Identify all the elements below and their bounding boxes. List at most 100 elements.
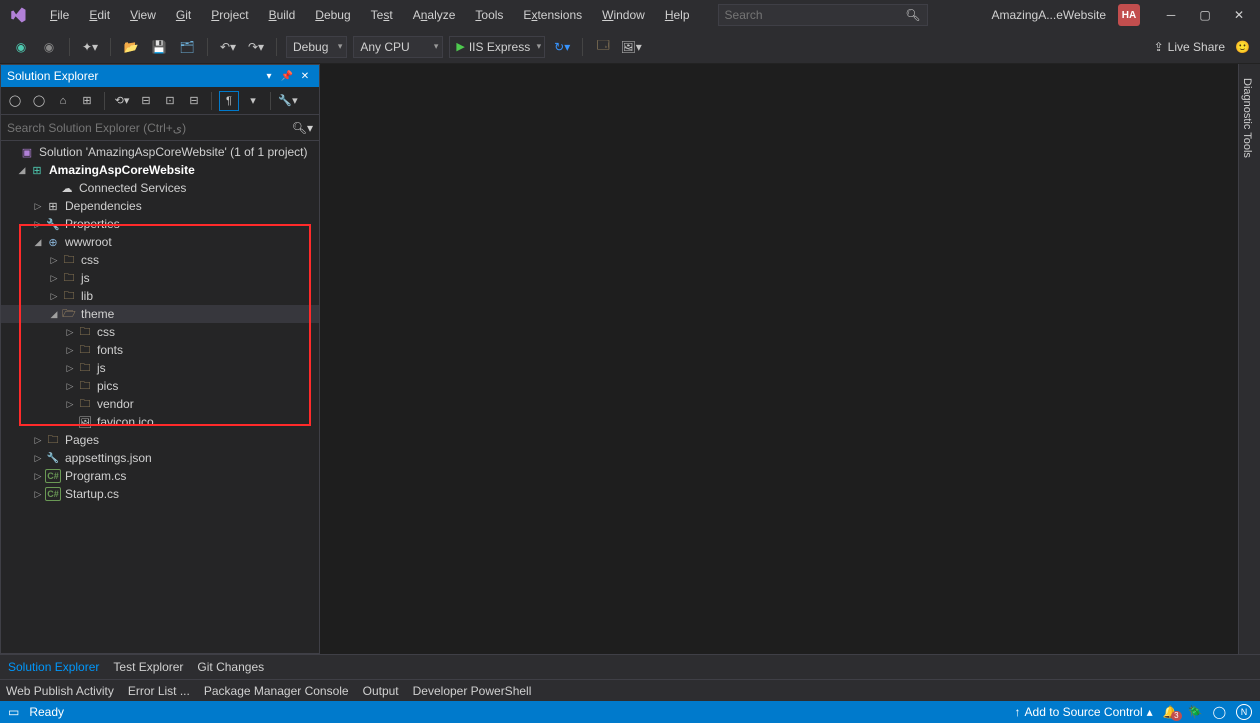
css-folder-node[interactable]: ▷🗀css	[1, 251, 319, 269]
filter1-icon[interactable]: ⊟	[136, 91, 156, 111]
editor-area	[320, 64, 1238, 654]
minimize-button[interactable]: ─	[1154, 1, 1188, 29]
project-node[interactable]: ◢⊞AmazingAspCoreWebsite	[1, 161, 319, 179]
sync-icon[interactable]: ⟲▾	[112, 91, 132, 111]
home-icon[interactable]: ⌂	[53, 91, 73, 111]
js-folder-node[interactable]: ▷🗀js	[1, 269, 319, 287]
maximize-button[interactable]: ▢	[1188, 1, 1222, 29]
panel-pin-icon[interactable]: 📌	[279, 68, 295, 84]
panel-close-icon[interactable]: ✕	[297, 68, 313, 84]
theme-css-node[interactable]: ▷🗀css	[1, 323, 319, 341]
window-icon: ▭	[8, 705, 19, 719]
cloud-icon: ☁	[59, 181, 75, 195]
menu-tools[interactable]: Tools	[467, 4, 511, 26]
pages-folder-node[interactable]: ▷🗀Pages	[1, 431, 319, 449]
tab-error-list[interactable]: Error List ...	[128, 684, 190, 698]
source-control-button[interactable]: ↑ Add to Source Control ▴	[1015, 705, 1153, 719]
tab-solution-explorer[interactable]: Solution Explorer	[8, 657, 99, 677]
refresh-icon[interactable]: ↻▾	[551, 36, 573, 58]
menu-analyze[interactable]: Analyze	[405, 4, 464, 26]
task-icon[interactable]: ◯	[1213, 705, 1226, 719]
screenshot-icon[interactable]: 🖼▾	[620, 36, 642, 58]
open-icon[interactable]: 📂	[120, 36, 142, 58]
menu-file[interactable]: File	[42, 4, 77, 26]
wrench-icon[interactable]: 🔧▾	[278, 91, 298, 111]
run-button[interactable]: ▶IIS Express	[449, 36, 545, 58]
filter2-icon[interactable]: ⊡	[160, 91, 180, 111]
solution-icon: ▣	[19, 145, 35, 159]
profile-icon[interactable]: N	[1236, 704, 1252, 720]
dependencies-node[interactable]: ▷⊞Dependencies	[1, 197, 319, 215]
tab-web-publish[interactable]: Web Publish Activity	[6, 684, 114, 698]
new-item-icon[interactable]: ✦▾	[79, 36, 101, 58]
show-all-icon[interactable]: ¶	[219, 91, 239, 111]
panel-titlebar: Solution Explorer ▾ 📌 ✕	[1, 65, 319, 87]
panel-search-input[interactable]	[7, 121, 292, 135]
save-icon[interactable]: 💾	[148, 36, 170, 58]
menu-view[interactable]: View	[122, 4, 164, 26]
folder-icon: 🗀	[61, 289, 77, 303]
theme-fonts-node[interactable]: ▷🗀fonts	[1, 341, 319, 359]
nav-fwd-icon[interactable]: ◉	[38, 36, 60, 58]
tab-package-manager[interactable]: Package Manager Console	[204, 684, 349, 698]
tab-git-changes[interactable]: Git Changes	[197, 657, 264, 677]
back-icon[interactable]: ◯	[5, 91, 25, 111]
solution-node[interactable]: ▷▣Solution 'AmazingAspCoreWebsite' (1 of…	[1, 143, 319, 161]
tab-test-explorer[interactable]: Test Explorer	[113, 657, 183, 677]
appsettings-node[interactable]: ▷🔧appsettings.json	[1, 449, 319, 467]
collapse-icon[interactable]: ⊟	[184, 91, 204, 111]
tab-output[interactable]: Output	[363, 684, 399, 698]
save-all-icon[interactable]: 🗂	[176, 36, 198, 58]
config-dropdown[interactable]: Debug	[286, 36, 347, 58]
menu-build[interactable]: Build	[261, 4, 304, 26]
diagnostic-tools-tab[interactable]: Diagnostic Tools	[1239, 72, 1255, 164]
notifications-button[interactable]: 🔔3	[1163, 705, 1178, 719]
user-avatar[interactable]: HA	[1118, 4, 1140, 26]
menu-extensions[interactable]: Extensions	[515, 4, 590, 26]
panel-toolbar: ◯ ◯ ⌂ ⊞ ⟲▾ ⊟ ⊡ ⊟ ¶ ▾ 🔧▾	[1, 87, 319, 115]
vs-logo-icon	[4, 5, 32, 25]
menu-git[interactable]: Git	[168, 4, 199, 26]
feedback-icon[interactable]: 🙂	[1235, 40, 1250, 54]
solution-tree: ▷▣Solution 'AmazingAspCoreWebsite' (1 of…	[1, 141, 319, 653]
menu-project[interactable]: Project	[203, 4, 256, 26]
switch-view-icon[interactable]: ⊞	[77, 91, 97, 111]
play-icon: ▶	[456, 40, 464, 53]
feedback-icon[interactable]: 🪲	[1188, 705, 1203, 719]
project-icon: ⊞	[29, 163, 45, 177]
folder-icon: 🗀	[77, 361, 93, 375]
menu-help[interactable]: Help	[657, 4, 698, 26]
platform-dropdown[interactable]: Any CPU	[353, 36, 443, 58]
startup-cs-node[interactable]: ▷C#Startup.cs	[1, 485, 319, 503]
lib-folder-node[interactable]: ▷🗀lib	[1, 287, 319, 305]
undo-icon[interactable]: ↶▾	[217, 36, 239, 58]
redo-icon[interactable]: ↷▾	[245, 36, 267, 58]
window-controls: ─ ▢ ✕	[1154, 1, 1256, 29]
browser-link-icon[interactable]: 🗔	[592, 36, 614, 58]
theme-vendor-node[interactable]: ▷🗀vendor	[1, 395, 319, 413]
program-cs-node[interactable]: ▷C#Program.cs	[1, 467, 319, 485]
theme-js-node[interactable]: ▷🗀js	[1, 359, 319, 377]
nav-back-icon[interactable]: ◉	[10, 36, 32, 58]
menu-edit[interactable]: Edit	[81, 4, 118, 26]
more-icon[interactable]: ▾	[243, 91, 263, 111]
wwwroot-node[interactable]: ◢⊕wwwroot	[1, 233, 319, 251]
project-name-label: AmazingA...eWebsite	[980, 8, 1119, 22]
menu-test[interactable]: Test	[363, 4, 401, 26]
global-search-input[interactable]	[725, 8, 906, 22]
panel-dropdown-icon[interactable]: ▾	[261, 68, 277, 84]
theme-pics-node[interactable]: ▷🗀pics	[1, 377, 319, 395]
tab-powershell[interactable]: Developer PowerShell	[413, 684, 532, 698]
connected-services-node[interactable]: ▷☁Connected Services	[1, 179, 319, 197]
menu-debug[interactable]: Debug	[307, 4, 358, 26]
separator	[104, 92, 105, 110]
fwd-icon[interactable]: ◯	[29, 91, 49, 111]
global-search[interactable]: 🔍︎	[718, 4, 928, 26]
panel-search[interactable]: 🔍︎▾	[1, 115, 319, 141]
live-share-button[interactable]: ⇪ Live Share	[1154, 40, 1225, 54]
properties-node[interactable]: ▷🔧Properties	[1, 215, 319, 233]
menu-window[interactable]: Window	[594, 4, 653, 26]
favicon-node[interactable]: ▷🖼favicon.ico	[1, 413, 319, 431]
close-button[interactable]: ✕	[1222, 1, 1256, 29]
theme-folder-node[interactable]: ◢🗁theme	[1, 305, 319, 323]
